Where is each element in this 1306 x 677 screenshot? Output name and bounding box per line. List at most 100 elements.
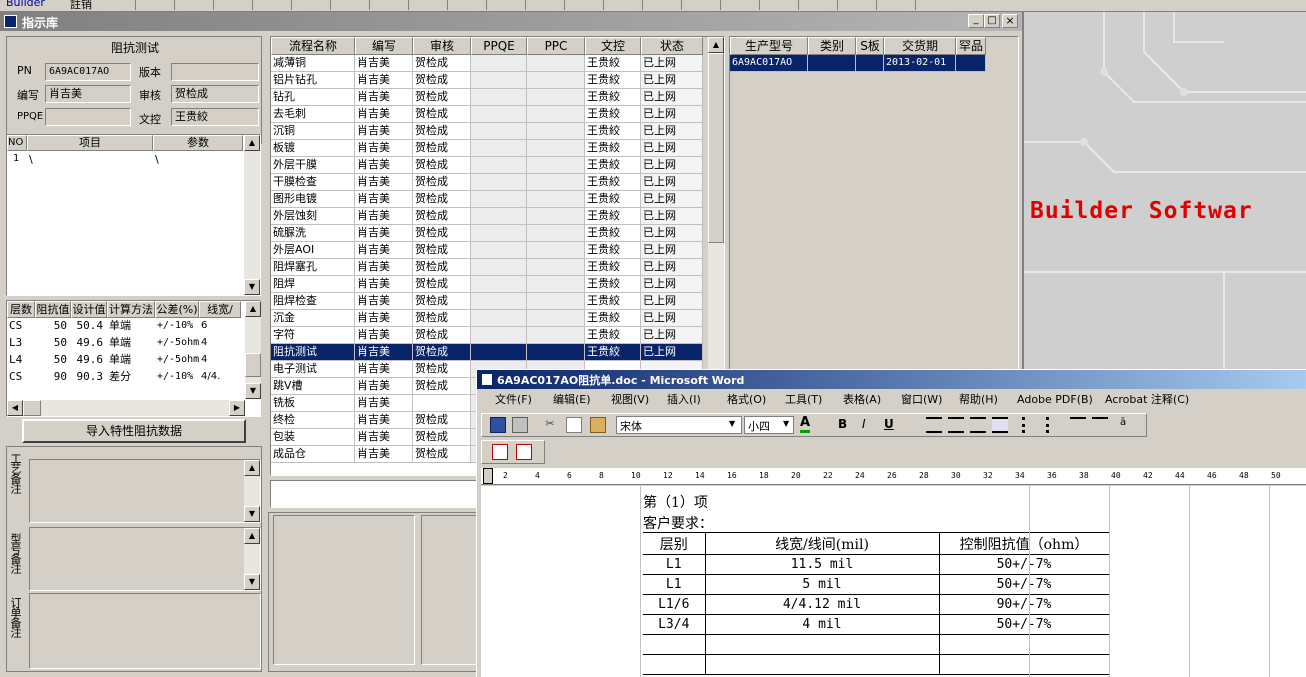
increase-indent-icon[interactable] (1092, 417, 1108, 433)
pdf-email-icon[interactable] (516, 444, 532, 460)
impedance-hscroll[interactable]: ◀ ▶ (7, 400, 245, 416)
process-col-header[interactable]: 状态 (641, 37, 703, 55)
top-toolbar-icon[interactable] (568, 0, 604, 10)
version-field[interactable] (171, 63, 259, 81)
orders-col-header[interactable]: 罕品 (956, 37, 986, 55)
doc-table-header-cell[interactable]: 层别 (643, 532, 706, 555)
top-toolbar-icon[interactable] (841, 0, 877, 10)
bold-icon[interactable]: B (838, 417, 847, 431)
process-col-header[interactable]: 文控 (585, 37, 641, 55)
doc-table-cell[interactable]: 4 mil (705, 614, 940, 635)
control-field[interactable]: 王贵絞 (171, 108, 259, 126)
process-row[interactable]: 阻焊塞孔 肖吉美 贺检成 王贵絞 已上网 (271, 259, 703, 276)
chevron-down-icon[interactable]: ▼ (729, 419, 735, 428)
scroll-up-icon[interactable]: ▲ (245, 301, 261, 317)
scroll-up-icon[interactable]: ▲ (244, 460, 260, 476)
process-row[interactable]: 字符 肖吉美 贺检成 王贵絞 已上网 (271, 327, 703, 344)
underline-icon[interactable]: U (884, 417, 894, 431)
orders-col-header[interactable]: 类别 (808, 37, 856, 55)
top-toolbar-icon[interactable] (646, 0, 682, 10)
align-right-icon[interactable] (970, 417, 986, 433)
scroll-thumb[interactable] (245, 353, 261, 377)
font-name-select[interactable]: 宋体 ▼ (616, 416, 742, 434)
doc-table-cell[interactable]: L1 (643, 554, 706, 575)
top-toolbar-icon[interactable] (529, 0, 565, 10)
scroll-down-icon[interactable]: ▼ (244, 279, 260, 295)
top-toolbar-icon[interactable] (373, 0, 409, 10)
order-note-field[interactable] (29, 593, 261, 669)
process-row[interactable]: 铝片钻孔 肖吉美 贺检成 王贵絞 已上网 (271, 72, 703, 89)
paste-icon[interactable] (590, 417, 606, 433)
doc-table-cell[interactable] (705, 634, 940, 655)
top-toolbar-icon[interactable] (763, 0, 799, 10)
top-toolbar-icon[interactable] (607, 0, 643, 10)
import-impedance-button[interactable]: 导入特性阻抗数据 (22, 419, 246, 443)
pdf-convert-icon[interactable] (492, 444, 508, 460)
doc-table-cell[interactable]: 11.5 mil (705, 554, 940, 575)
hscroll-thumb[interactable] (23, 400, 41, 416)
decrease-indent-icon[interactable] (1070, 417, 1086, 433)
phonetic-icon[interactable]: ā (1120, 417, 1136, 433)
impedance-row[interactable]: L3 50 49.6 单端 +/-5ohm 4 (7, 335, 244, 352)
word-menu-item[interactable]: Acrobat 注释(C) (1105, 390, 1189, 410)
impedance-row[interactable]: CS 90 90.3 差分 +/-10% 4/4. (7, 369, 244, 386)
process-row[interactable]: 阻抗测试 肖吉美 贺检成 王贵絞 已上网 (271, 344, 703, 361)
word-menu-item[interactable]: 窗口(W) (901, 390, 942, 410)
note1-scrollbar[interactable]: ▲ ▼ (244, 460, 260, 522)
pn-field[interactable]: 6A9AC017AO (45, 63, 131, 81)
logout-menu[interactable]: 註销 (70, 0, 92, 11)
param-row[interactable]: 1 \ \ (7, 152, 243, 168)
doc-table-cell[interactable]: L1 (643, 574, 706, 595)
word-menu-item[interactable]: 帮助(H) (959, 390, 998, 410)
italic-icon[interactable]: I (862, 417, 866, 431)
impedance-row[interactable]: CS 50 50.4 单端 +/-10% 6 (7, 318, 244, 335)
impedance-vscroll[interactable]: ▲ ▼ (245, 301, 261, 399)
align-left-icon[interactable] (926, 417, 942, 433)
orders-col-header[interactable]: 生产型号 (730, 37, 808, 55)
top-toolbar-icon[interactable] (217, 0, 253, 10)
impedance-col-header[interactable]: 层数 (7, 301, 35, 318)
minimize-button[interactable]: _ (968, 14, 984, 28)
maximize-button[interactable]: □ (984, 14, 1000, 28)
scroll-down-icon[interactable]: ▼ (244, 506, 260, 522)
author-field[interactable]: 肖吉美 (45, 85, 131, 103)
doc-line-1[interactable]: 第（1）项 (643, 492, 708, 512)
process-row[interactable]: 图形电镀 肖吉美 贺检成 王贵絞 已上网 (271, 191, 703, 208)
doc-table-cell[interactable] (643, 634, 706, 655)
word-menu-item[interactable]: 格式(O) (727, 390, 766, 410)
process-col-header[interactable]: 审核 (413, 37, 471, 55)
process-row[interactable]: 沉金 肖吉美 贺检成 王贵絞 已上网 (271, 310, 703, 327)
param-col-value[interactable]: 参数 (153, 135, 243, 151)
ruler[interactable]: 2 4 6 8 10 12 14 16 18 20 22 24 26 28 30 32 34 36 38 40 42 44… (481, 468, 1306, 485)
doc-table-header-cell[interactable]: 线宽/线间(mil) (705, 532, 940, 555)
process-row[interactable]: 去毛刺 肖吉美 贺检成 王贵絞 已上网 (271, 106, 703, 123)
process-input[interactable] (270, 480, 480, 508)
chevron-down-icon[interactable]: ▼ (783, 419, 789, 428)
doc-table-cell[interactable] (643, 654, 706, 675)
process-row[interactable]: 钻孔 肖吉美 贺检成 王贵絞 已上网 (271, 89, 703, 106)
scroll-down-icon[interactable]: ▼ (244, 574, 260, 590)
doc-table-cell[interactable]: 4/4.12 mil (705, 594, 940, 615)
word-menu-item[interactable]: 工具(T) (785, 390, 822, 410)
process-col-header[interactable]: 编写 (355, 37, 413, 55)
scroll-thumb[interactable] (708, 53, 724, 243)
word-menu-item[interactable]: Adobe PDF(B) (1017, 390, 1093, 410)
process-row[interactable]: 减薄铜 肖吉美 贺检成 王贵絞 已上网 (271, 55, 703, 72)
param-col-item[interactable]: 项目 (27, 135, 153, 151)
scroll-up-icon[interactable]: ▲ (708, 37, 724, 53)
indent-marker-icon[interactable] (483, 468, 493, 484)
font-size-select[interactable]: 小四 ▼ (744, 416, 794, 434)
scroll-right-icon[interactable]: ▶ (229, 400, 245, 416)
scroll-down-icon[interactable]: ▼ (245, 383, 261, 399)
copy-icon[interactable] (566, 417, 582, 433)
word-menu-item[interactable]: 视图(V) (611, 390, 649, 410)
word-menu-item[interactable]: 表格(A) (843, 390, 881, 410)
process-row[interactable]: 外层AOI 肖吉美 贺检成 王贵絞 已上网 (271, 242, 703, 259)
process-row[interactable]: 阻焊 肖吉美 贺检成 王贵絞 已上网 (271, 276, 703, 293)
ppqe-field[interactable] (45, 108, 131, 126)
impedance-col-header[interactable]: 设计值 (71, 301, 107, 318)
param-scrollbar[interactable]: ▲ ▼ (244, 135, 260, 295)
impedance-row[interactable]: L4 50 49.6 单端 +/-5ohm 4 (7, 352, 244, 369)
doc-table-cell[interactable]: 5 mil (705, 574, 940, 595)
save-icon[interactable] (490, 417, 506, 433)
